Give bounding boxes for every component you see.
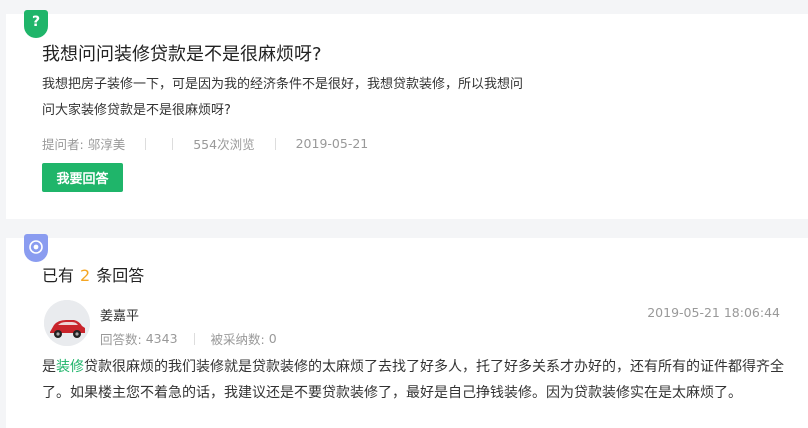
divider bbox=[193, 332, 195, 345]
answer-count-suffix: 条回答 bbox=[96, 266, 145, 285]
keyword-link[interactable]: 装修 bbox=[56, 359, 84, 375]
question-date: 2019-05-21 bbox=[295, 136, 369, 151]
avatar[interactable] bbox=[44, 300, 90, 346]
divider bbox=[274, 137, 276, 150]
answer-question-button[interactable]: 我要回答 bbox=[42, 163, 123, 192]
view-count: 554次浏览 bbox=[193, 137, 255, 152]
question-body-line: 问大家装修贷款是不是很麻烦呀? bbox=[42, 103, 231, 118]
adopted-value: 0 bbox=[268, 331, 277, 346]
question-badge-icon: ? bbox=[24, 10, 48, 38]
answer-body: 是装修贷款很麻烦的我们装修就是贷款装修的太麻烦了去找了好多人，托了好多关系才办好… bbox=[42, 354, 787, 406]
question-body-line: 我想把房子装修一下，可是因为我的经济条件不是很好，我想贷款装修，所以我想问 bbox=[42, 77, 524, 92]
asker-name[interactable]: 邬淳美 bbox=[88, 134, 126, 153]
answer-badge-icon bbox=[24, 234, 48, 262]
question-body: 我想把房子装修一下，可是因为我的经济条件不是很好，我想贷款装修，所以我想问 问大… bbox=[42, 72, 587, 124]
medal-icon bbox=[29, 240, 43, 254]
answerer-stats: 回答数: 4343 被采纳数: 0 bbox=[100, 329, 277, 348]
answer-count-number: 2 bbox=[80, 266, 91, 285]
asker-label: 提问者: bbox=[42, 137, 84, 152]
answer-count-prefix: 已有 bbox=[42, 266, 75, 285]
question-card: ? 我想问问装修贷款是不是很麻烦呀? 我想把房子装修一下，可是因为我的经济条件不… bbox=[6, 10, 808, 219]
divider bbox=[172, 137, 174, 150]
adopted-label: 被采纳数: bbox=[210, 332, 265, 347]
answer-count-label: 回答数: bbox=[100, 332, 142, 347]
question-title: 我想问问装修贷款是不是很麻烦呀? bbox=[42, 44, 322, 65]
answerer-name[interactable]: 姜嘉平 bbox=[100, 305, 139, 324]
answer-body-prefix: 是 bbox=[42, 359, 56, 375]
answer-time: 2019-05-21 18:06:44 bbox=[647, 305, 780, 320]
answer-body-text: 贷款很麻烦的我们装修就是贷款装修的太麻烦了去找了好多人，托了好多关系才办好的，还… bbox=[42, 359, 784, 401]
answer-count-heading: 已有 2 条回答 bbox=[42, 262, 144, 286]
car-avatar-icon bbox=[44, 300, 90, 346]
divider bbox=[145, 137, 147, 150]
question-meta: 提问者: 邬淳美 554次浏览 2019-05-21 bbox=[42, 134, 368, 153]
answers-card: 已有 2 条回答 姜嘉平 回答数: 4343 被采纳数: 0 2019-05-21 … bbox=[6, 234, 808, 428]
answer-count-value: 4343 bbox=[145, 331, 178, 346]
